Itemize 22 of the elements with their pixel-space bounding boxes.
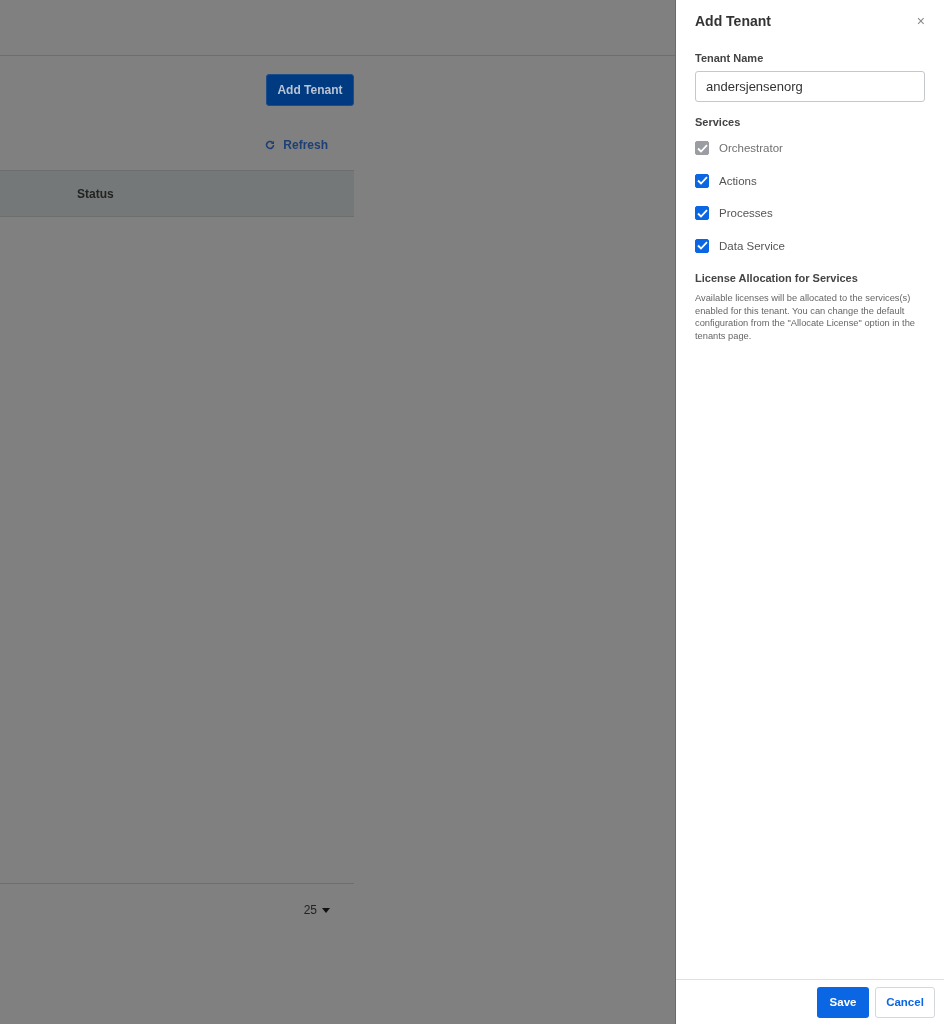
caret-icon	[322, 907, 330, 913]
close-button[interactable]: ×	[916, 13, 925, 29]
save-button[interactable]: Save	[817, 986, 869, 1018]
add-tenant-button[interactable]: Add Tenant	[266, 74, 354, 106]
checkbox-label: Orchestrator	[719, 142, 783, 155]
tenant-name-field[interactable]: andersjensenorg	[695, 71, 925, 102]
checkbox[interactable]	[695, 238, 709, 253]
section-title: License Allocation for Services	[695, 272, 859, 284]
checkbox[interactable]	[695, 173, 709, 188]
column-header[interactable]: Status	[77, 186, 114, 201]
refresh-icon	[265, 140, 276, 150]
panel-title: Add Tenant	[695, 13, 771, 29]
checkbox-label: Processes	[719, 207, 773, 220]
cancel-button[interactable]: Cancel	[875, 986, 935, 1018]
checkbox-label: Actions	[719, 174, 757, 187]
license-description: Available licenses will be allocated to the services(s) enabled for this tenant. You can change the default configuration from the "Allocate License" option in the tenants page.	[695, 292, 917, 342]
field-label: Tenant Name	[695, 52, 765, 64]
page-size-dropdown[interactable]: 25	[297, 902, 336, 918]
refresh-button[interactable]: Refresh	[265, 138, 328, 152]
checkbox[interactable]	[695, 206, 709, 221]
section-label: Services	[695, 116, 742, 128]
checkbox-label: Data Service	[719, 239, 785, 252]
